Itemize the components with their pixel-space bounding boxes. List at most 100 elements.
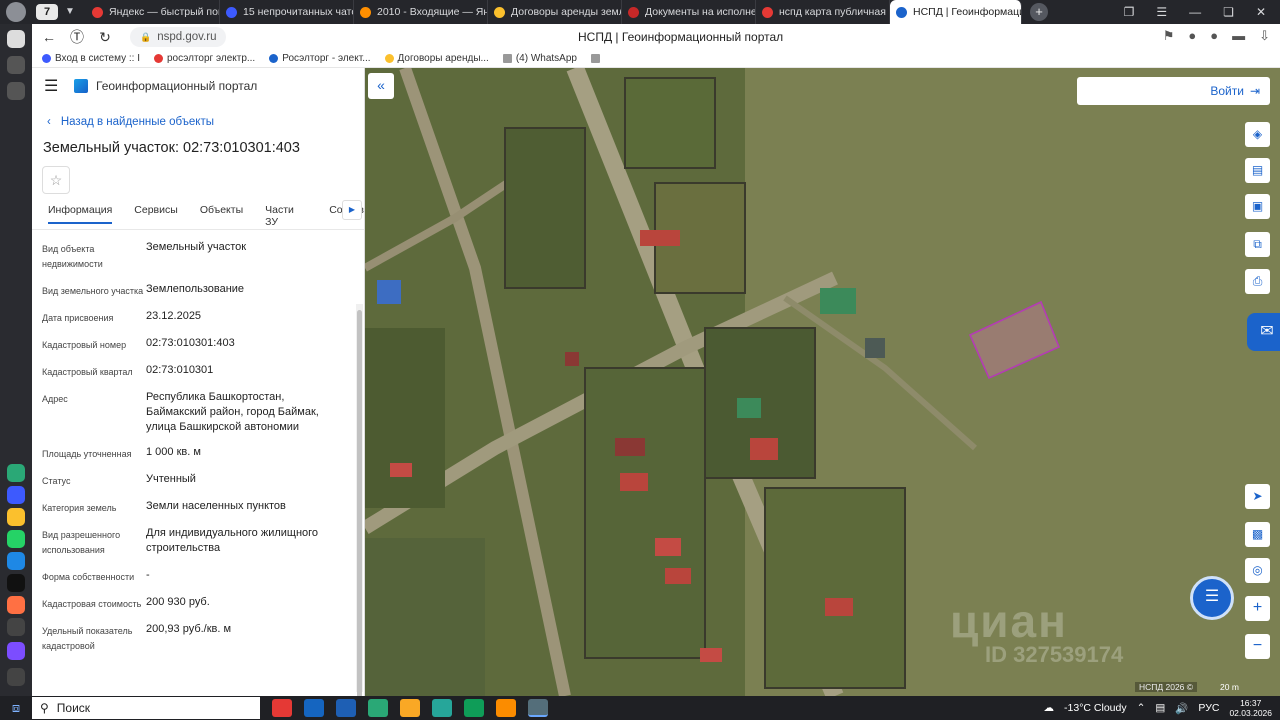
os-taskbar: ⧈ ⚲ Поиск ☁ -13°C Cloudy ⌃ ▤ 🔊 РУС 16:37 0… xyxy=(0,696,1280,720)
add-icon[interactable] xyxy=(7,618,25,636)
tab-objects[interactable]: Объекты xyxy=(200,204,243,216)
bookmark-item[interactable] xyxy=(590,54,600,63)
app-icon[interactable] xyxy=(496,699,516,717)
clock-time: 16:37 xyxy=(1240,698,1262,708)
extension-icon[interactable]: ● xyxy=(1188,28,1196,44)
clock-date: 02.03.2026 xyxy=(1229,708,1272,718)
windows-start-icon[interactable]: ⧈ xyxy=(0,700,32,716)
file-explorer-icon[interactable] xyxy=(400,699,420,717)
browser-tab-bar: 7 ▼ Яндекс — быстрый поиск 15 непрочитан… xyxy=(0,0,1280,24)
bookmark-item[interactable]: Договоры аренды... xyxy=(384,53,489,64)
browser-tab[interactable]: 15 непрочитанных чатов xyxy=(220,0,354,24)
edge-icon[interactable] xyxy=(464,699,484,717)
property-row: Адрес Республика Башкортостан, Баймакский… xyxy=(32,390,364,435)
extension-icon[interactable]: ● xyxy=(1210,28,1218,44)
satellite-map[interactable]: « Войти ⇥ ◈ ▤ ▣ ⧉ ⎙ ✉ ➤ ▩ ◎ + − ☰ циан ID… xyxy=(365,68,1280,696)
yandex-icon[interactable]: Ⓣ xyxy=(66,27,88,47)
select-area-button[interactable]: ▣ xyxy=(1245,194,1270,219)
bookmark-item[interactable]: Вход в систему :: I xyxy=(42,53,140,64)
back-icon[interactable]: ← xyxy=(38,29,60,45)
clock[interactable]: 16:37 02.03.2026 xyxy=(1229,698,1272,718)
property-row: Вид разрешенного использования Для индиви… xyxy=(32,526,364,558)
weather-icon[interactable]: ☁ xyxy=(1044,702,1055,714)
zoom-out-button[interactable]: − xyxy=(1245,634,1270,659)
layers-button[interactable]: ◈ xyxy=(1245,122,1270,147)
locate-button[interactable]: ➤ xyxy=(1245,484,1270,509)
favorite-star-icon[interactable]: ☆ xyxy=(42,166,70,194)
browser-tab[interactable]: 2010 - Входящие — Яндек xyxy=(354,0,488,24)
outlook-icon[interactable] xyxy=(304,699,324,717)
minimap-button[interactable]: ▩ xyxy=(1245,522,1270,547)
tab-services[interactable]: Сервисы xyxy=(134,204,178,216)
url-field[interactable]: 🔒 nspd.gov.ru xyxy=(130,27,227,47)
downloads-icon[interactable]: ⇩ xyxy=(1259,28,1270,44)
login-button[interactable]: Войти ⇥ xyxy=(1077,77,1270,105)
tabs-icon[interactable] xyxy=(7,30,25,48)
login-label: Войти xyxy=(1210,84,1244,98)
app-icon[interactable] xyxy=(432,699,452,717)
whatsapp-icon[interactable] xyxy=(7,530,25,548)
history-icon[interactable] xyxy=(7,82,25,100)
browser-tab[interactable]: нспд карта публичная кад xyxy=(756,0,890,24)
tab-information[interactable]: Информация xyxy=(48,204,113,224)
collapse-panel-button[interactable]: « xyxy=(368,73,394,99)
yandex-browser-icon[interactable] xyxy=(272,699,292,717)
taskbar-search[interactable]: ⚲ Поиск xyxy=(32,697,260,719)
extension-icon[interactable]: ▬ xyxy=(1232,28,1245,44)
share-button[interactable]: ⧉ xyxy=(1245,232,1270,257)
collections-icon[interactable]: ❐ xyxy=(1124,5,1135,19)
tab-favicon-icon xyxy=(896,6,907,18)
bookmark-item[interactable]: (4) WhatsApp xyxy=(502,53,577,64)
collections-icon[interactable] xyxy=(7,56,25,74)
app-shortcut-icon[interactable] xyxy=(7,508,25,526)
word-icon[interactable] xyxy=(336,699,356,717)
panel-scrollbar[interactable] xyxy=(356,304,363,720)
yandex-icon[interactable] xyxy=(528,699,548,717)
app-shortcut-icon[interactable] xyxy=(7,574,25,592)
property-row: Удельный показатель кадастровой 200,93 ру… xyxy=(32,622,364,654)
app-icon[interactable] xyxy=(368,699,388,717)
tabs-next-arrow-icon[interactable]: ▶ xyxy=(342,200,362,220)
tab-parts[interactable]: Части ЗУ xyxy=(265,204,307,228)
minimize-icon[interactable]: — xyxy=(1189,5,1201,19)
app-shortcut-icon[interactable] xyxy=(7,596,25,614)
network-icon[interactable]: ▤ xyxy=(1155,702,1165,714)
chevron-up-icon[interactable]: ⌃ xyxy=(1137,702,1146,714)
property-value: 200 930 руб. xyxy=(146,596,210,608)
app-shortcut-icon[interactable] xyxy=(7,464,25,482)
tab-counter-badge[interactable]: 7 xyxy=(36,4,58,20)
menu-icon[interactable]: ☰ xyxy=(44,76,64,96)
print-button[interactable]: ⎙ xyxy=(1245,269,1270,294)
browser-tab[interactable]: Документы на исполнени xyxy=(622,0,756,24)
new-tab-button[interactable]: + xyxy=(1030,3,1048,21)
ruler-button[interactable]: ▤ xyxy=(1245,158,1270,183)
reload-icon[interactable]: ↻ xyxy=(94,29,116,46)
restore-icon[interactable]: ❏ xyxy=(1223,5,1234,19)
bookmark-item[interactable]: Росэлторг - элект... xyxy=(269,53,371,64)
bookmark-item[interactable]: росэлторг электр... xyxy=(154,53,255,64)
telegram-icon[interactable] xyxy=(7,552,25,570)
zoom-in-button[interactable]: + xyxy=(1245,596,1270,621)
profile-avatar[interactable] xyxy=(6,2,26,22)
app-shortcut-icon[interactable] xyxy=(7,486,25,504)
language-indicator[interactable]: РУС xyxy=(1198,702,1219,714)
browser-tab[interactable]: Договоры аренды земли xyxy=(488,0,622,24)
geolocation-button[interactable]: ◎ xyxy=(1245,558,1270,583)
notifications-icon[interactable]: ☰ xyxy=(1156,5,1167,19)
bookmark-icon[interactable]: ⚑ xyxy=(1163,28,1175,44)
scrollbar-thumb[interactable] xyxy=(357,310,362,720)
chat-fab-button[interactable]: ☰ xyxy=(1190,576,1234,620)
watermark: циан xyxy=(950,595,1068,647)
weather-text[interactable]: -13°C Cloudy xyxy=(1064,702,1127,714)
browser-tab-active[interactable]: НСПД | Геоинформаци✕ xyxy=(890,0,1022,24)
browser-tab[interactable]: Яндекс — быстрый поиск xyxy=(86,0,220,24)
close-window-icon[interactable]: ✕ xyxy=(1256,5,1266,19)
more-icon[interactable] xyxy=(7,668,25,686)
alice-icon[interactable] xyxy=(7,642,25,660)
side-chat-button[interactable]: ✉ xyxy=(1247,313,1280,351)
property-value: Земельный участок xyxy=(146,241,247,253)
volume-icon[interactable]: 🔊 xyxy=(1175,702,1188,715)
chevron-down-icon[interactable]: ▼ xyxy=(62,4,78,20)
property-value: Республика Башкортостан, Баймакский райо… xyxy=(146,391,319,433)
back-link[interactable]: ‹ Назад в найденные объекты xyxy=(47,116,364,128)
